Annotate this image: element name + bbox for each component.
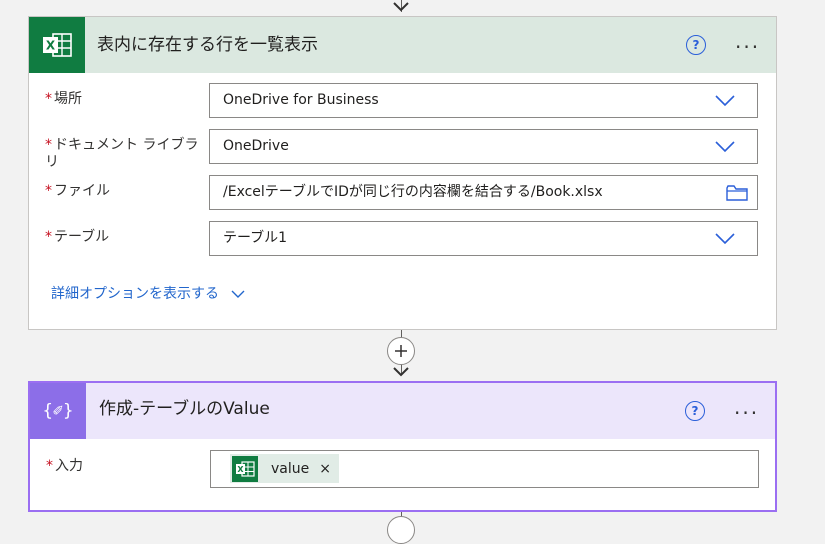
help-icon[interactable]: ? (686, 35, 706, 55)
card-title: 作成-テーブルのValue (99, 399, 270, 419)
required-marker: * (45, 183, 52, 199)
table-label-text: テーブル (54, 229, 110, 245)
add-step-button-partial[interactable] (387, 516, 415, 544)
location-dropdown[interactable]: OneDrive for Business (209, 83, 758, 118)
help-icon[interactable]: ? (685, 401, 705, 421)
plus-icon (395, 345, 407, 357)
file-path-value: /ExcelテーブルでIDが同じ行の内容欄を結合する/Book.xlsx (223, 184, 603, 200)
input-field[interactable]: X value × (210, 450, 759, 488)
file-input[interactable]: /ExcelテーブルでIDが同じ行の内容欄を結合する/Book.xlsx (209, 175, 758, 210)
card-header[interactable]: {✐} 作成-テーブルのValue ? ··· (30, 383, 775, 439)
compose-action-card[interactable]: {✐} 作成-テーブルのValue ? ··· * 入力 X value × (28, 381, 777, 512)
more-options-button[interactable]: ··· (734, 403, 759, 423)
chevron-down-icon[interactable] (715, 233, 735, 245)
more-options-button[interactable]: ··· (735, 37, 760, 57)
excel-icon: X (232, 455, 258, 482)
table-value: テーブル1 (223, 230, 288, 246)
required-marker: * (46, 458, 53, 474)
location-label: * 場所 (45, 91, 195, 108)
file-label-text: ファイル (54, 183, 110, 199)
required-marker: * (45, 91, 52, 107)
token-label: value (271, 460, 310, 477)
list-rows-action-card[interactable]: X 表内に存在する行を一覧表示 ? ··· * 場所 OneDrive for B… (28, 16, 777, 330)
card-title: 表内に存在する行を一覧表示 (97, 35, 318, 55)
card-header[interactable]: X 表内に存在する行を一覧表示 ? ··· (29, 17, 776, 73)
advanced-options-text: 詳細オプションを表示する (51, 286, 219, 302)
document-library-dropdown[interactable]: OneDrive (209, 129, 758, 164)
table-label: * テーブル (45, 229, 195, 246)
arrow-down-icon (393, 367, 409, 377)
required-marker: * (45, 137, 52, 153)
chevron-down-icon[interactable] (715, 141, 735, 153)
document-library-value: OneDrive (223, 138, 289, 154)
location-value: OneDrive for Business (223, 92, 379, 108)
remove-token-button[interactable]: × (319, 461, 331, 477)
input-label-text: 入力 (55, 458, 83, 474)
location-label-text: 場所 (54, 91, 82, 107)
file-label: * ファイル (45, 183, 195, 200)
arrow-down-icon (393, 2, 409, 12)
document-library-label-text: ドキュメント ライブラリ (45, 137, 199, 170)
svg-text:X: X (46, 39, 56, 53)
required-marker: * (45, 229, 52, 245)
table-dropdown[interactable]: テーブル1 (209, 221, 758, 256)
compose-icon: {✐} (30, 383, 86, 439)
add-step-button[interactable] (387, 337, 415, 365)
dynamic-content-token[interactable]: X value × (230, 454, 339, 483)
document-library-label: * ドキュメント ライブラリ (45, 137, 200, 171)
excel-icon: X (29, 17, 85, 73)
chevron-down-icon[interactable] (715, 95, 735, 107)
input-label: * 入力 (46, 458, 196, 475)
folder-icon[interactable] (726, 185, 748, 201)
svg-text:X: X (237, 465, 244, 474)
chevron-down-icon (231, 290, 245, 298)
show-advanced-options-link[interactable]: 詳細オプションを表示する (51, 283, 245, 303)
